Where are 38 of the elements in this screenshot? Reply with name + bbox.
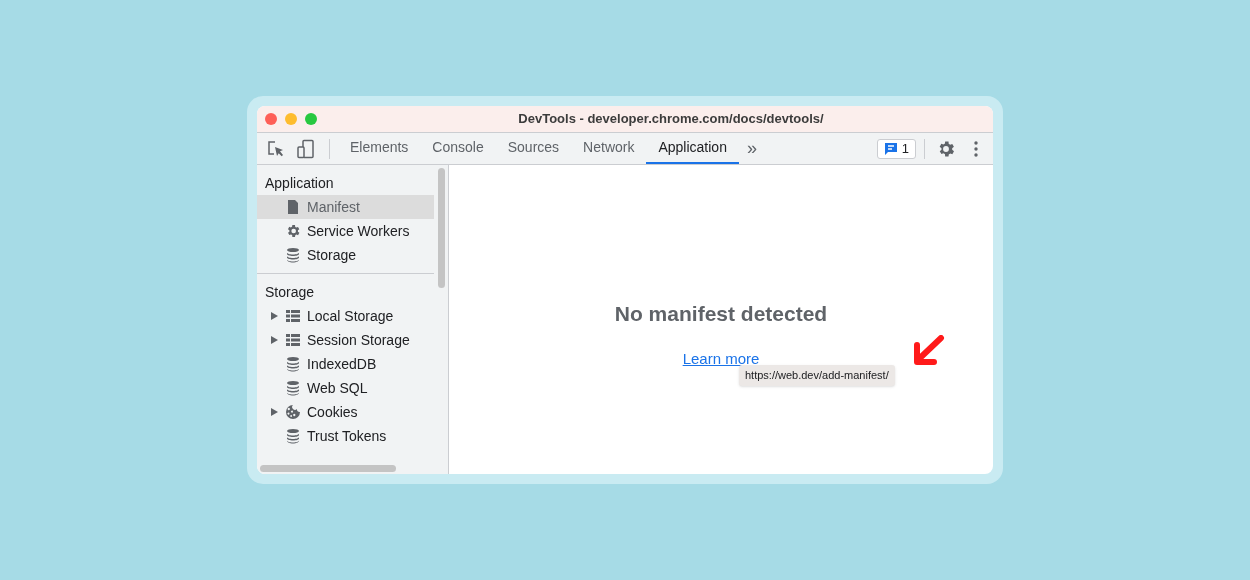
table-icon [285, 332, 301, 348]
panel-tab[interactable]: Console [420, 133, 496, 164]
cookie-icon [285, 404, 301, 420]
panel-tab[interactable]: Application [646, 133, 739, 164]
expand-arrow-icon[interactable] [271, 312, 278, 320]
more-tabs-button[interactable]: » [738, 133, 765, 164]
gear-icon [285, 223, 301, 239]
window-title: DevTools - developer.chrome.com/docs/devtools/ [517, 110, 825, 129]
sidebar-item[interactable]: Service Workers [257, 219, 434, 243]
url-tooltip: https://web.dev/add-manifest/ [739, 365, 895, 386]
panel-tab[interactable]: Sources [495, 133, 572, 164]
sidebar-item[interactable]: Manifest [257, 195, 434, 219]
sidebar-item[interactable]: Session Storage [257, 328, 434, 352]
table-icon [285, 308, 301, 324]
database-icon [285, 428, 301, 444]
sidebar-item[interactable]: Storage [257, 243, 434, 267]
database-icon [285, 380, 301, 396]
issues-badge[interactable]: 1 [876, 138, 916, 159]
sidebar-item[interactable]: Cookies [257, 400, 434, 424]
expand-arrow-icon[interactable] [271, 336, 278, 344]
section-heading: Storage [264, 282, 316, 302]
sidebar-item[interactable]: Web SQL [257, 376, 434, 400]
empty-state-heading: No manifest detected [614, 301, 828, 327]
vertical-scrollbar[interactable] [438, 168, 445, 288]
sidebar-item[interactable]: Local Storage [257, 304, 434, 328]
arrow-icon [911, 335, 945, 367]
panel-tab[interactable]: Network [571, 133, 647, 164]
panel-tab[interactable]: Elements [338, 133, 421, 164]
message-icon [883, 141, 898, 156]
sidebar-item[interactable]: Trust Tokens [257, 424, 434, 448]
sidebar-item[interactable]: IndexedDB [257, 352, 434, 376]
database-icon [285, 356, 301, 372]
database-icon [285, 247, 301, 263]
file-icon [285, 199, 301, 215]
horizontal-scrollbar[interactable] [260, 465, 396, 472]
section-heading: Application [264, 173, 335, 193]
expand-arrow-icon[interactable] [271, 408, 278, 416]
close-button[interactable] [265, 113, 277, 125]
